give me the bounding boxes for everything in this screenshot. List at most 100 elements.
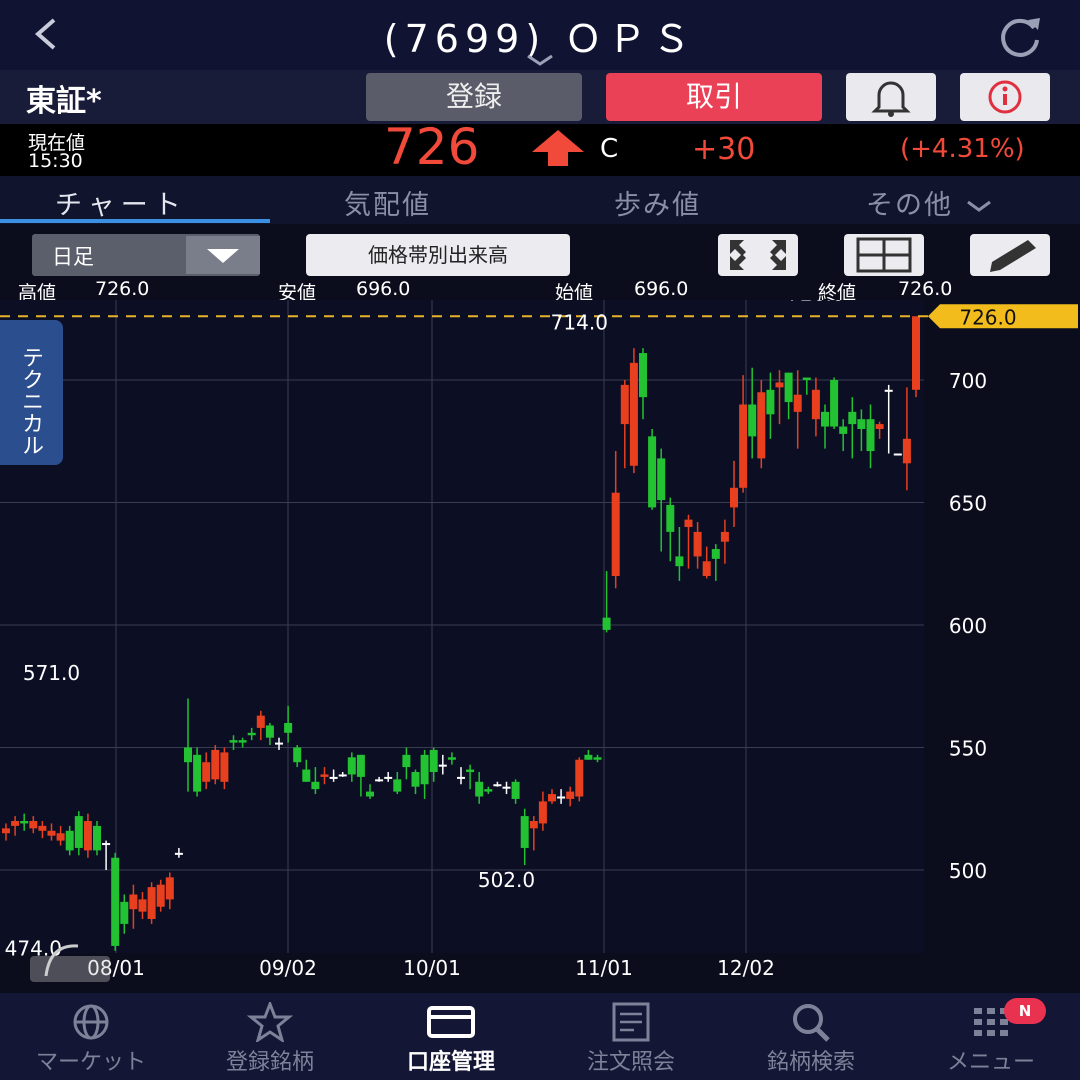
candle	[211, 745, 220, 785]
candle-body	[375, 779, 384, 782]
caret-down-icon[interactable]	[186, 236, 260, 274]
candle-body	[275, 742, 283, 745]
price-change: +30	[692, 132, 756, 167]
tab-ticks[interactable]: 歩み値	[614, 183, 701, 222]
candle-body	[875, 424, 884, 429]
candle-body	[475, 781, 484, 797]
candle-body	[102, 843, 111, 846]
candle	[757, 380, 766, 469]
tab-chart[interactable]: チャート	[55, 183, 187, 222]
star-icon	[246, 1002, 294, 1042]
candle-body	[893, 453, 902, 456]
info-button[interactable]	[960, 73, 1050, 121]
nav-label: 登録銘柄	[225, 1050, 314, 1075]
candle-body	[548, 794, 556, 802]
candle-body	[402, 754, 411, 768]
candle-body	[866, 419, 875, 452]
candle-body	[11, 821, 20, 826]
candle-body	[511, 781, 520, 799]
candle-body	[457, 776, 465, 779]
candle-body	[484, 789, 493, 792]
candle-body	[611, 492, 620, 576]
candle-body	[238, 740, 247, 743]
candle-body	[784, 372, 793, 403]
candle-body	[639, 353, 647, 398]
nav-market[interactable]: マーケット	[6, 994, 176, 1080]
candle-body	[29, 821, 38, 829]
refresh-button[interactable]	[994, 14, 1046, 58]
globe-icon	[73, 1004, 109, 1040]
candle-body	[83, 821, 92, 851]
candle-body	[293, 747, 302, 763]
layout-button[interactable]	[844, 234, 924, 276]
candle-body	[839, 426, 848, 434]
nav-label: 注文照会	[586, 1050, 675, 1075]
candle-body	[566, 791, 575, 799]
candle-body	[739, 404, 748, 488]
candle-body	[447, 757, 456, 760]
price-annotation: 726.0	[787, 300, 844, 305]
x-tick-label: 11/01	[575, 956, 633, 980]
market-label: 東証*	[26, 84, 102, 119]
draw-button[interactable]	[970, 234, 1050, 276]
candle-body	[429, 749, 438, 772]
candle	[193, 747, 202, 797]
nav-watchlist[interactable]: 登録銘柄	[185, 994, 355, 1080]
tab-other[interactable]: その他	[866, 183, 994, 222]
candle-body	[338, 774, 347, 777]
y-tick-label: 700	[949, 369, 987, 393]
candle-body	[329, 776, 338, 779]
current-price-tag-label: 726.0	[959, 305, 1016, 329]
nav-orders[interactable]: 注文照会	[546, 994, 716, 1080]
nav-label: 口座管理	[406, 1050, 495, 1075]
candle	[648, 429, 657, 510]
candle-body	[766, 389, 775, 415]
trade-button[interactable]: 取引	[606, 73, 822, 121]
nav-account[interactable]: 口座管理	[366, 994, 536, 1080]
candle-body	[502, 786, 511, 789]
expand-button[interactable]	[718, 234, 798, 276]
candlestick-chart[interactable]: 70065060055050008/01 09/02 10/01 11/01 12/02…	[0, 300, 1080, 992]
register-button[interactable]: 登録	[366, 73, 582, 121]
candle	[575, 757, 584, 802]
active-tab-indicator	[0, 219, 270, 223]
pencil-icon	[990, 240, 1036, 272]
candle-body	[720, 531, 729, 542]
candle-body	[657, 458, 666, 501]
alert-button[interactable]	[846, 73, 936, 121]
tab-quote[interactable]: 気配値	[344, 183, 431, 222]
candle	[147, 882, 156, 924]
candle-body	[802, 377, 811, 380]
expand-icon	[730, 240, 786, 270]
candle	[111, 852, 120, 951]
nav-label: 銘柄検索	[766, 1050, 855, 1075]
candle-body	[902, 438, 911, 464]
candle-body	[648, 436, 657, 508]
candle-body	[65, 830, 74, 851]
candle-body	[202, 762, 211, 782]
candle-body	[466, 769, 475, 772]
candle-body	[620, 384, 629, 425]
candle-body	[320, 774, 329, 777]
refresh-icon	[1001, 18, 1040, 57]
candle-body	[356, 754, 365, 777]
candle	[830, 377, 839, 429]
candle-body	[575, 759, 584, 797]
period-label: 日足	[52, 245, 94, 269]
candle-body	[520, 816, 529, 848]
x-tick-label: 12/02	[717, 956, 775, 980]
candle-body	[347, 757, 356, 775]
candle	[93, 821, 101, 856]
chevron-down-icon[interactable]	[520, 48, 560, 72]
close-value: 726.0	[898, 278, 953, 300]
candle-body	[821, 411, 829, 427]
candle-body	[138, 899, 147, 912]
price-change-pct: (+4.31%)	[900, 134, 1025, 164]
candle	[893, 453, 902, 456]
candle-body	[20, 821, 29, 824]
info-icon	[988, 80, 1022, 114]
document-icon	[612, 1002, 650, 1042]
nav-search[interactable]: 銘柄検索	[726, 994, 896, 1080]
nav-menu[interactable]: メニュー	[906, 994, 1076, 1080]
volume-by-price-button[interactable]: 価格帯別出来高	[306, 234, 570, 276]
